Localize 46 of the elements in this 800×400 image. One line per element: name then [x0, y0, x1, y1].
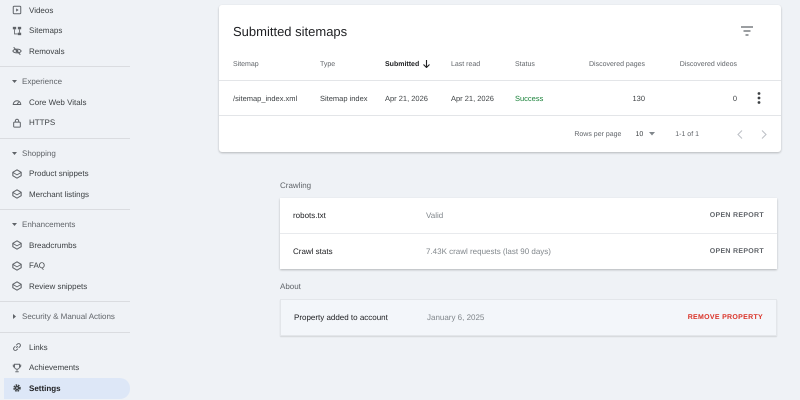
row-label: Property added to account — [294, 313, 389, 322]
row-value: January 6, 2025 — [427, 313, 486, 322]
sidebar-item[interactable]: Review snippets — [4, 276, 130, 296]
row-value: 7.43K crawl requests (last 90 days) — [426, 247, 552, 256]
section-label: About — [280, 282, 301, 291]
link-icon — [12, 342, 22, 352]
settings-icon — [12, 383, 22, 394]
sidebar-item[interactable]: Sitemaps — [4, 20, 130, 41]
sidebar-item[interactable]: Merchant listings — [4, 184, 130, 204]
sitemap-icon — [12, 26, 22, 36]
caret-icon — [12, 314, 17, 320]
sidebar-item[interactable]: Videos — [4, 0, 130, 20]
section-heading[interactable]: Security & Manual Actions — [0, 306, 130, 327]
sort-arrow-icon — [423, 60, 430, 68]
filter-icon[interactable] — [741, 26, 753, 36]
diamond-icon — [12, 260, 22, 271]
video-icon — [12, 5, 22, 16]
row-value: Valid — [426, 211, 444, 220]
caret-icon — [12, 222, 17, 228]
diamond-icon — [12, 168, 22, 179]
section-label: Crawling — [280, 181, 312, 190]
section-heading[interactable]: Experience — [0, 72, 130, 92]
caret-icon — [12, 79, 17, 84]
section-heading[interactable]: Shopping — [0, 143, 130, 164]
sidebar-item[interactable]: Core Web Vitals — [4, 92, 130, 112]
sidebar-item[interactable]: Breadcrumbs — [4, 235, 130, 256]
sidebar-item[interactable]: Settings — [4, 378, 130, 398]
caret-icon — [12, 150, 17, 156]
dropdown-caret-icon[interactable] — [649, 132, 656, 136]
section-heading[interactable]: Enhancements — [0, 214, 130, 235]
diamond-icon — [12, 281, 22, 292]
lock-icon — [12, 118, 22, 128]
sidebar-item[interactable]: Product snippets — [4, 164, 130, 184]
diamond-icon — [12, 240, 22, 250]
sidebar-item[interactable]: Links — [4, 337, 130, 358]
row-label: Crawl stats — [293, 247, 334, 256]
sidebar-item[interactable]: Achievements — [4, 358, 130, 378]
sidebar-item[interactable]: FAQ — [4, 256, 130, 276]
sidebar-item[interactable]: HTTPS — [4, 112, 130, 133]
card-title: Submitted sitemaps — [233, 24, 348, 38]
diamond-icon — [12, 189, 22, 200]
row-label: robots.txt — [293, 211, 327, 220]
trophy-icon — [12, 362, 22, 373]
sidebar-item[interactable]: Removals — [4, 41, 130, 62]
more-icon[interactable] — [757, 92, 761, 104]
eye-slash-icon — [12, 46, 22, 56]
